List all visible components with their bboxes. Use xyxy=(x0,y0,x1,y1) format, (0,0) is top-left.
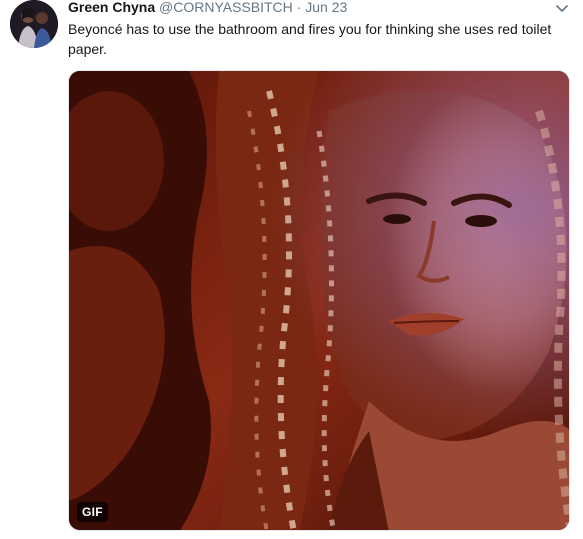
tweet-media-gif[interactable]: GIF xyxy=(68,70,570,531)
meta-separator: · xyxy=(296,0,302,15)
tweet-header: Green Chyna @CORNYASSBITCH · Jun 23 xyxy=(68,0,347,16)
tweet-text: Beyoncé has to use the bathroom and fire… xyxy=(68,21,552,57)
gif-frame-image xyxy=(69,71,569,530)
chevron-down-icon xyxy=(556,5,568,12)
tweet[interactable]: Green Chyna @CORNYASSBITCH · Jun 23 Beyo… xyxy=(0,0,583,539)
gif-badge: GIF xyxy=(77,502,108,522)
avatar-photo-icon xyxy=(10,0,58,48)
tweet-date[interactable]: Jun 23 xyxy=(305,0,347,15)
author-name[interactable]: Green Chyna xyxy=(68,0,155,15)
avatar[interactable] xyxy=(10,0,58,48)
tweet-menu-button[interactable] xyxy=(555,2,569,14)
author-handle[interactable]: @CORNYASSBITCH xyxy=(159,0,293,15)
